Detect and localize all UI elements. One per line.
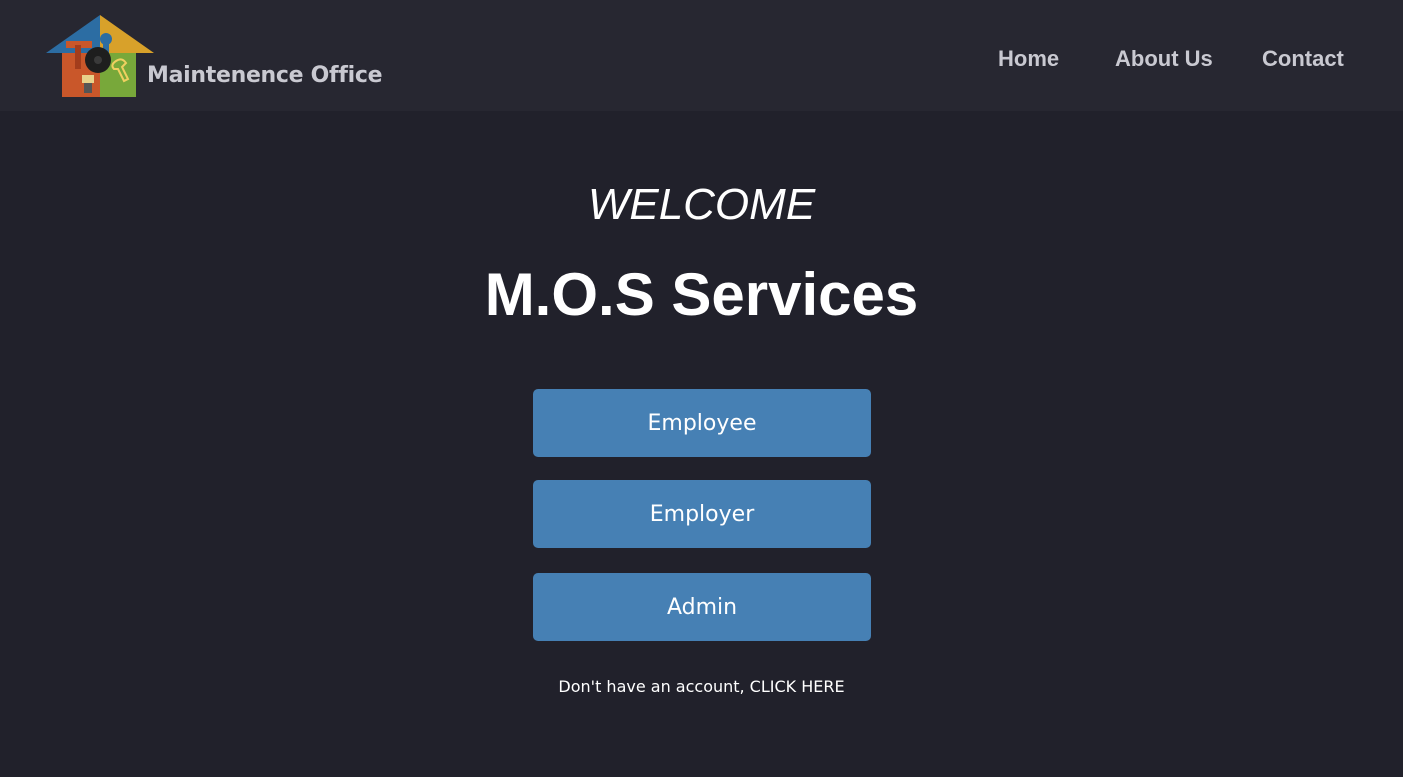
nav-home-link[interactable]: Home (998, 46, 1059, 72)
brand-name: Maintenence Office (147, 63, 383, 88)
employer-button[interactable]: Employer (533, 480, 871, 548)
page: Maintenence Office Home About Us Contact… (0, 0, 1403, 777)
welcome-heading: WELCOME (587, 180, 816, 229)
signup-link[interactable]: CLICK HERE (750, 677, 845, 696)
nav-about-link[interactable]: About Us (1115, 46, 1213, 72)
nav-contact-link[interactable]: Contact (1262, 46, 1344, 72)
admin-button[interactable]: Admin (533, 573, 871, 641)
navbar: Maintenence Office Home About Us Contact (0, 0, 1403, 111)
employee-button[interactable]: Employee (533, 389, 871, 457)
page-title: M.O.S Services (484, 261, 919, 328)
signup-prompt-row: Don't have an account, CLICK HERE (0, 677, 1403, 696)
signup-prompt-text: Don't have an account, (558, 677, 745, 696)
house-tools-logo-icon (46, 15, 154, 97)
